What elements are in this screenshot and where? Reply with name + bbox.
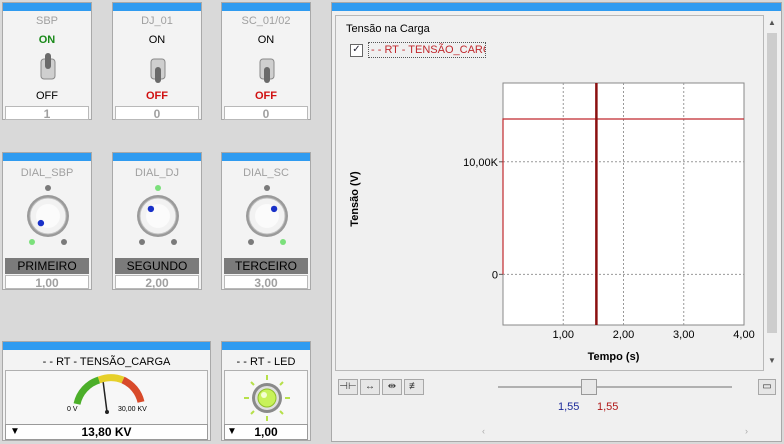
- switch-header-bar: [222, 3, 310, 11]
- dial-position-label: PRIMEIRO: [5, 258, 89, 274]
- dial-panel: DIAL_DJ SEGUNDO 2,00: [112, 152, 202, 290]
- led-panel: - - RT - LED ▼ 1,00: [221, 341, 311, 441]
- cursor-b-value: 1,55: [597, 401, 619, 413]
- led-title: - - RT - LED: [236, 356, 296, 368]
- switch-header-bar: [3, 3, 91, 11]
- window-icon[interactable]: ▭: [758, 379, 776, 395]
- cursor-icon[interactable]: ≢: [404, 379, 424, 395]
- x-tick-label: 2,00: [613, 329, 634, 341]
- chart-plot[interactable]: 1,00 2,00 3,00 4,00 0 10,00K Tempo (s) Tensão (…: [336, 16, 763, 370]
- switch-title: SBP: [35, 15, 58, 27]
- rotary-dial-icon[interactable]: [222, 183, 312, 255]
- led-panel-header-bar: [222, 342, 310, 350]
- scroll-thumb[interactable]: [767, 33, 777, 333]
- gauge-value: 13,80 KV: [81, 425, 132, 439]
- y-tick-label: 10,00K: [463, 157, 499, 169]
- cursor-a-value: 1,55: [558, 401, 580, 413]
- chart-vertical-scrollbar[interactable]: ▲ ▼: [764, 15, 780, 369]
- gauge-needle: [102, 382, 108, 413]
- dial-title: DIAL_DJ: [134, 167, 180, 179]
- x-tick-label: 1,00: [553, 329, 574, 341]
- y-tick-label: 0: [492, 269, 498, 281]
- rotary-dial-icon[interactable]: [113, 183, 203, 255]
- scroll-right-icon[interactable]: ›: [734, 423, 748, 439]
- dial-title: DIAL_SC: [243, 167, 289, 179]
- dial-value: 3,00: [224, 275, 308, 290]
- scroll-up-icon[interactable]: ▲: [764, 15, 780, 31]
- switch-off-label: OFF: [36, 90, 58, 102]
- scroll-down-icon[interactable]: ▼: [764, 353, 780, 369]
- zoom-x-icon[interactable]: ↔: [360, 379, 380, 395]
- chart-panel: Tensão na Carga ✓ - - RT - TENSÃO_CARG 1…: [331, 2, 782, 442]
- toggle-switch-icon[interactable]: [252, 49, 282, 89]
- gauge-panel-header-bar: [3, 342, 210, 350]
- led-value: 1,00: [254, 425, 278, 439]
- dial-panel: DIAL_SC TERCEIRO 3,00: [221, 152, 311, 290]
- dial-header-bar: [222, 153, 310, 161]
- switch-panel: SBP ON OFF 1: [2, 2, 92, 121]
- gauge-meter: [73, 374, 145, 414]
- dial-panel: DIAL_SBP PRIMEIRO 1,00: [2, 152, 92, 290]
- scroll-left-icon[interactable]: ‹: [482, 423, 496, 439]
- fit-x-icon[interactable]: ⊣⊢: [338, 379, 358, 395]
- gauge-panel: - - RT - TENSÃO_CARGA 0 V 30,00 KV ▼ 13,…: [2, 341, 211, 441]
- chart-area: Tensão na Carga ✓ - - RT - TENSÃO_CARG 1…: [335, 15, 764, 371]
- dial-title: DIAL_SBP: [20, 167, 74, 179]
- gauge-min-label: 0 V: [67, 406, 78, 413]
- y-axis-label: Tensão (V): [349, 171, 361, 227]
- switch-on-label: ON: [148, 34, 166, 46]
- gauge-max-label: 30,00 KV: [118, 406, 147, 413]
- led-lamp-icon: [244, 375, 290, 421]
- switch-panel: SC_01/02 ON OFF 0: [221, 2, 311, 121]
- time-slider-thumb[interactable]: [581, 379, 597, 395]
- x-tick-label: 3,00: [673, 329, 694, 341]
- toggle-switch-icon[interactable]: [33, 49, 63, 89]
- led-value-bar: ▼ 1,00: [224, 424, 308, 440]
- switch-panel: DJ_01 ON OFF 0: [112, 2, 202, 121]
- toggle-switch-icon[interactable]: [143, 49, 173, 89]
- switch-on-label: ON: [38, 34, 56, 46]
- switch-off-label: OFF: [255, 90, 277, 102]
- rotary-dial-icon[interactable]: [3, 183, 93, 255]
- switch-off-label: OFF: [146, 90, 168, 102]
- switch-title: SC_01/02: [241, 15, 291, 27]
- chart-panel-header-bar: [332, 3, 781, 11]
- dial-header-bar: [3, 153, 91, 161]
- x-tick-label: 4,00: [733, 329, 754, 341]
- dial-position-label: SEGUNDO: [115, 258, 199, 274]
- pan-x-icon[interactable]: ⇹: [382, 379, 402, 395]
- time-slider-track[interactable]: [498, 386, 732, 388]
- dial-header-bar: [113, 153, 201, 161]
- switch-header-bar: [113, 3, 201, 11]
- switch-title: DJ_01: [141, 15, 173, 27]
- gauge-title: - - RT - TENSÃO_CARGA: [42, 356, 171, 368]
- chart-horizontal-scrollbar[interactable]: ‹ ›: [482, 423, 748, 439]
- dial-value: 2,00: [115, 275, 199, 290]
- x-axis-label: Tempo (s): [588, 351, 640, 363]
- switch-on-label: ON: [257, 34, 275, 46]
- switch-value: 0: [115, 106, 199, 121]
- gauge-value-bar: ▼ 13,80 KV: [5, 424, 208, 440]
- dial-value: 1,00: [5, 275, 89, 290]
- dial-position-label: TERCEIRO: [224, 258, 308, 274]
- switch-value: 0: [224, 106, 308, 121]
- switch-value: 1: [5, 106, 89, 121]
